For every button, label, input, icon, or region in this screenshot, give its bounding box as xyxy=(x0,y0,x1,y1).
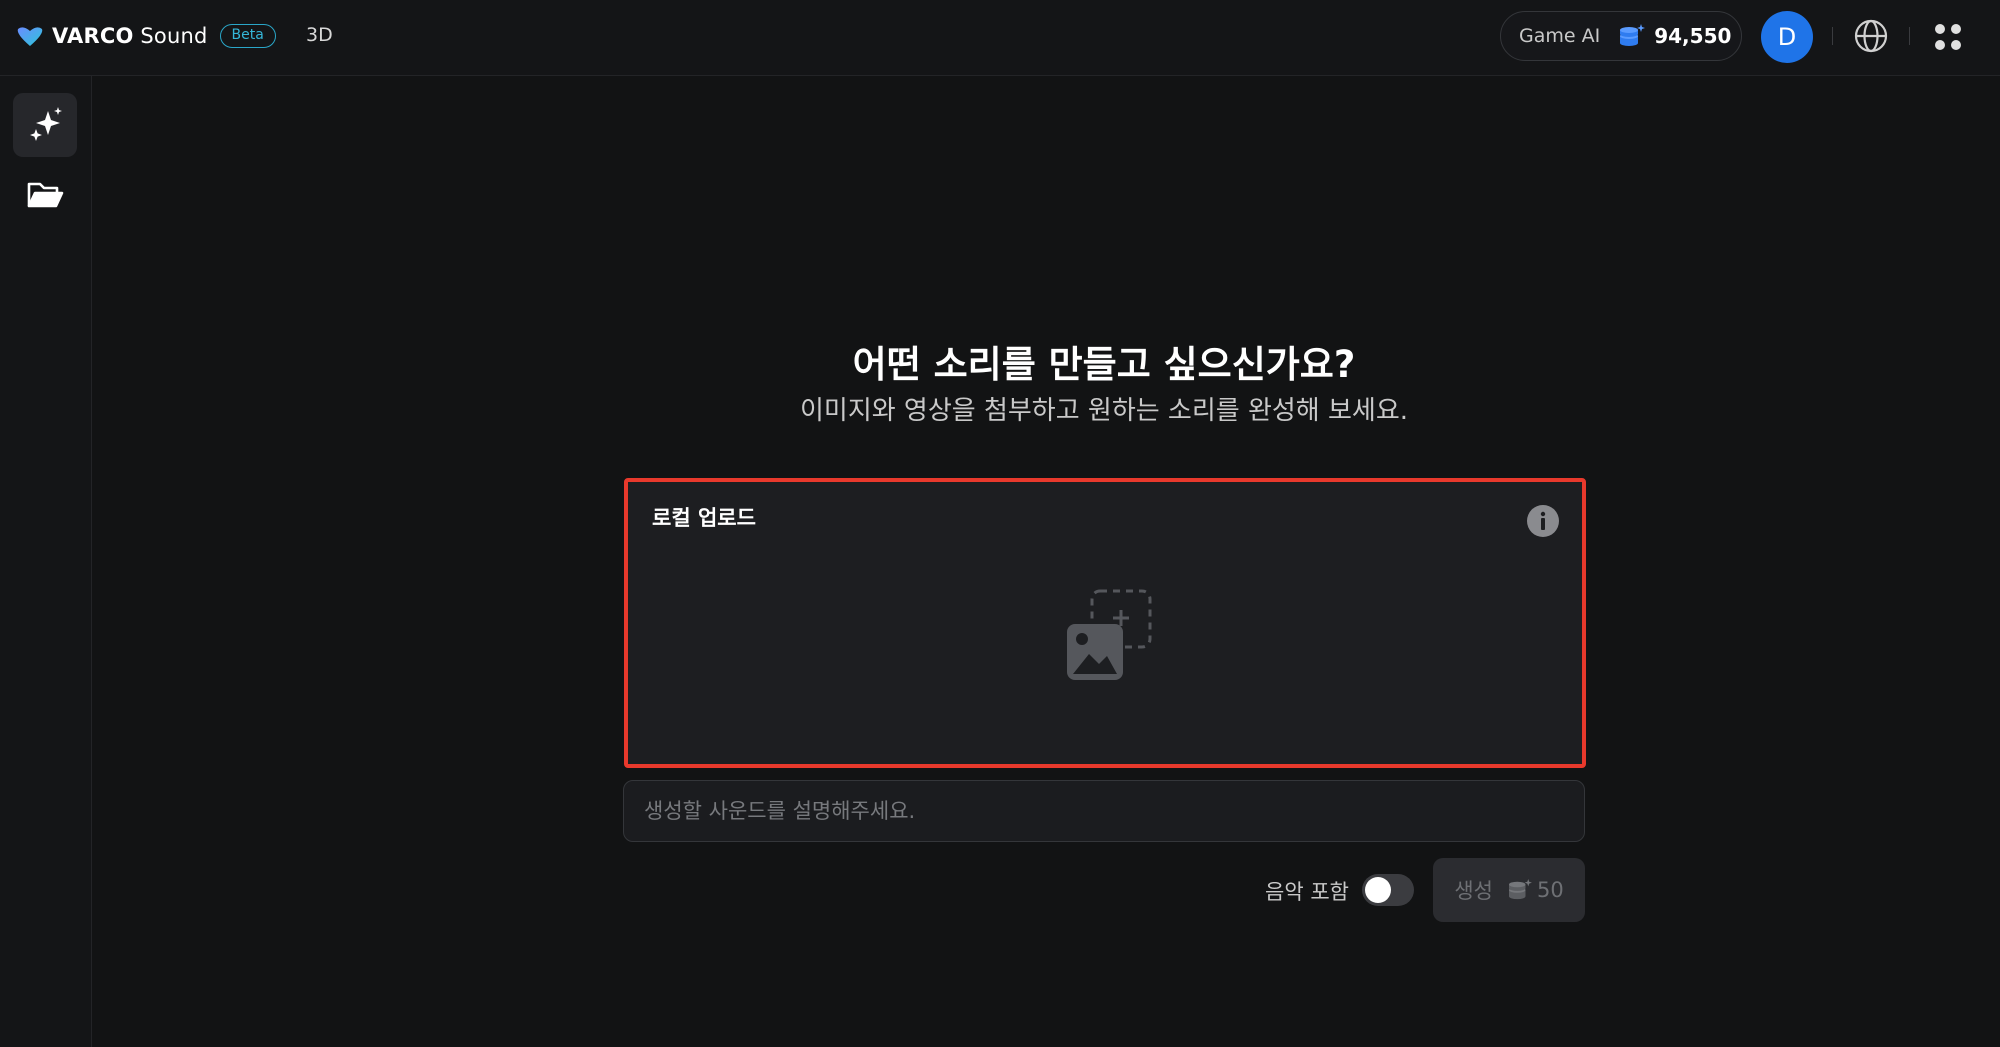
header-divider xyxy=(1832,27,1833,45)
brand-name: VARCO Sound xyxy=(52,24,208,48)
beta-badge: Beta xyxy=(219,24,276,48)
generate-label: 생성 xyxy=(1454,879,1493,903)
sparkles-icon xyxy=(30,107,62,141)
page-subtitle: 이미지와 영상을 첨부하고 원하는 소리를 완성해 보세요. xyxy=(799,396,1408,426)
page-title: 어떤 소리를 만들고 싶으신가요? xyxy=(852,343,1356,386)
folder-open-icon xyxy=(27,182,64,208)
heart-logo-icon xyxy=(17,27,43,46)
toggle-knob xyxy=(1365,877,1391,903)
sound-prompt-input[interactable] xyxy=(623,780,1585,842)
generate-button[interactable]: 생성 50 xyxy=(1433,858,1585,922)
user-avatar[interactable]: D xyxy=(1761,11,1813,63)
top-bar: VARCO Sound Beta 3D Game AI 94,550 D xyxy=(0,0,2000,76)
local-upload-dropzone[interactable]: 로컬 업로드 xyxy=(624,478,1586,768)
credit-balance[interactable]: Game AI 94,550 xyxy=(1500,11,1742,61)
info-icon[interactable] xyxy=(1526,504,1560,538)
generate-cost: 50 xyxy=(1536,878,1564,902)
sidebar-item-library[interactable] xyxy=(13,163,77,227)
music-include-toggle[interactable] xyxy=(1362,874,1414,906)
upload-title: 로컬 업로드 xyxy=(652,506,756,530)
credit-label: Game AI xyxy=(1519,25,1601,47)
nav-3d-link[interactable]: 3D xyxy=(306,24,333,46)
sidebar-item-create[interactable] xyxy=(13,93,77,157)
coin-stack-icon xyxy=(1508,879,1532,900)
header-divider xyxy=(1909,27,1910,45)
apps-grid-icon[interactable] xyxy=(1933,22,1963,52)
coin-stack-icon xyxy=(1620,24,1646,46)
globe-icon[interactable] xyxy=(1853,18,1889,54)
sidebar xyxy=(0,76,92,1047)
credit-amount: 94,550 xyxy=(1654,24,1732,48)
add-image-icon xyxy=(1067,589,1152,680)
music-toggle-label: 음악 포함 xyxy=(1265,880,1349,904)
brand-logo[interactable]: VARCO Sound Beta xyxy=(16,24,276,48)
